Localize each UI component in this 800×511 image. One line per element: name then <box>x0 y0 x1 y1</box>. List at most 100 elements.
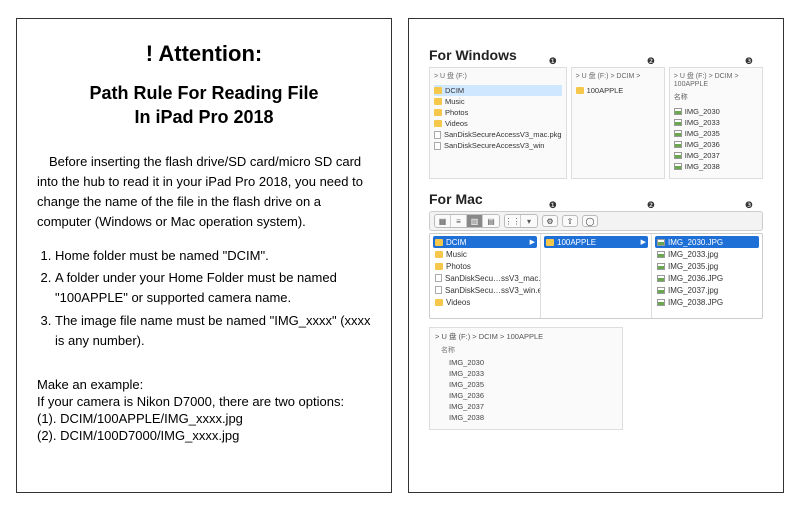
image-icon <box>657 275 665 282</box>
title-line-1: Path Rule For Reading File <box>89 83 318 103</box>
action-gear-button[interactable]: ⚙ <box>542 215 558 227</box>
step-number-3: ❸ <box>745 200 753 211</box>
breadcrumb: > U 盘 (F:) > DCIM > 100APPLE <box>674 71 758 88</box>
left-panel: ! Attention: Path Rule For Reading File … <box>16 18 392 493</box>
column-view-icon[interactable]: ▥ <box>467 215 483 227</box>
folder-icon <box>435 263 443 270</box>
folder-icon <box>435 239 443 246</box>
folder-item[interactable]: DCIM▶ <box>433 236 537 248</box>
image-item[interactable]: IMG_2036 <box>674 139 758 150</box>
image-item[interactable]: IMG_2035 <box>435 379 617 390</box>
finder-col-1: DCIM▶ Music Photos SanDiskSecu…ssV3_mac.… <box>430 234 541 318</box>
icon-view-icon[interactable]: ▦ <box>435 215 451 227</box>
tag-button[interactable]: ◯ <box>582 215 598 227</box>
step-number-2: ❷ <box>647 56 655 67</box>
list-view-icon[interactable]: ≡ <box>451 215 467 227</box>
breadcrumb: > U 盘 (F:) <box>434 71 562 81</box>
example-head: Make an example: <box>37 377 371 392</box>
image-icon <box>674 130 682 137</box>
windows-explorer-bottom: > U 盘 (F:) > DCIM > 100APPLE 名称 IMG_2030… <box>429 327 623 430</box>
gear-icon: ⚙ <box>546 217 553 226</box>
image-item[interactable]: IMG_2033 <box>435 368 617 379</box>
share-button[interactable]: ⇧ <box>562 215 578 227</box>
file-item[interactable]: SanDiskSecureAccessV3_mac.pkg <box>434 129 562 140</box>
image-item[interactable]: IMG_2036.JPG <box>655 272 759 284</box>
image-icon <box>674 119 682 126</box>
image-icon <box>674 152 682 159</box>
chevron-right-icon: ▶ <box>530 238 535 246</box>
step-number-3: ❸ <box>745 56 753 67</box>
image-icon <box>674 108 682 115</box>
folder-item[interactable]: Photos <box>434 107 562 118</box>
folder-item[interactable]: Music <box>433 248 537 260</box>
breadcrumb: > U 盘 (F:) > DCIM > <box>576 71 660 81</box>
column-header: 名称 <box>674 92 758 102</box>
folder-icon <box>435 251 443 258</box>
image-item[interactable]: IMG_2033.jpg <box>655 248 759 260</box>
finder-columns: DCIM▶ Music Photos SanDiskSecu…ssV3_mac.… <box>429 233 763 319</box>
folder-icon <box>434 120 442 127</box>
example-option-2: (2). DCIM/100D7000/IMG_xxxx.jpg <box>37 428 371 443</box>
file-item[interactable]: SanDiskSecu…ssV3_win.exe <box>433 284 537 296</box>
page-title: Path Rule For Reading File In iPad Pro 2… <box>37 81 371 130</box>
chevron-right-icon: ▶ <box>641 238 646 246</box>
image-item[interactable]: IMG_2035 <box>674 128 758 139</box>
image-item[interactable]: IMG_2038 <box>435 412 617 423</box>
image-item[interactable]: IMG_2036 <box>435 390 617 401</box>
folder-icon <box>434 98 442 105</box>
tag-icon: ◯ <box>586 217 595 226</box>
windows-col-2: > U 盘 (F:) > DCIM > 100APPLE <box>571 67 665 179</box>
view-mode-segment[interactable]: ▦ ≡ ▥ ▤ <box>434 214 500 228</box>
rules-list: Home folder must be named "DCIM". A fold… <box>37 246 371 351</box>
intro-paragraph: Before inserting the flash drive/SD card… <box>37 152 371 233</box>
example-option-1: (1). DCIM/100APPLE/IMG_xxxx.jpg <box>37 411 371 426</box>
windows-col-3: > U 盘 (F:) > DCIM > 100APPLE 名称 IMG_2030… <box>669 67 763 179</box>
arrange-icon[interactable]: ⋮⋮ <box>505 215 521 227</box>
gallery-view-icon[interactable]: ▤ <box>483 215 499 227</box>
step-number-2: ❷ <box>647 200 655 211</box>
finder-col-3: IMG_2030.JPG IMG_2033.jpg IMG_2035.jpg I… <box>652 234 762 318</box>
file-item[interactable]: SanDiskSecu…ssV3_mac.pkg <box>433 272 537 284</box>
folder-item[interactable]: Music <box>434 96 562 107</box>
file-icon <box>435 274 442 282</box>
step-number-1: ❶ <box>549 200 557 211</box>
image-item[interactable]: IMG_2030 <box>435 357 617 368</box>
title-line-2: In iPad Pro 2018 <box>134 107 273 127</box>
arrange-segment[interactable]: ⋮⋮ ▾ <box>504 214 538 228</box>
image-item[interactable]: IMG_2030.JPG <box>655 236 759 248</box>
windows-col-1: > U 盘 (F:) DCIM Music Photos Videos SanD… <box>429 67 567 179</box>
rule-item: Home folder must be named "DCIM". <box>55 246 371 266</box>
image-icon <box>657 263 665 270</box>
folder-icon <box>576 87 584 94</box>
folder-item[interactable]: Videos <box>434 118 562 129</box>
folder-icon <box>434 109 442 116</box>
folder-item[interactable]: 100APPLE▶ <box>544 236 648 248</box>
folder-item[interactable]: Photos <box>433 260 537 272</box>
image-icon <box>657 251 665 258</box>
folder-item[interactable]: Videos <box>433 296 537 308</box>
chevron-down-icon[interactable]: ▾ <box>521 215 537 227</box>
folder-item[interactable]: DCIM <box>434 85 562 96</box>
file-item[interactable]: SanDiskSecureAccessV3_win <box>434 140 562 151</box>
step-number-1: ❶ <box>549 56 557 67</box>
folder-icon <box>434 87 442 94</box>
mac-section-label: For Mac <box>429 191 483 207</box>
attention-heading: ! Attention: <box>37 41 371 67</box>
image-item[interactable]: IMG_2038.JPG <box>655 296 759 308</box>
rule-item: The image file name must be named "IMG_x… <box>55 311 371 351</box>
folder-item[interactable]: 100APPLE <box>576 85 660 96</box>
folder-icon <box>546 239 554 246</box>
image-item[interactable]: IMG_2035.jpg <box>655 260 759 272</box>
image-item[interactable]: IMG_2033 <box>674 117 758 128</box>
image-icon <box>657 239 665 246</box>
image-icon <box>674 163 682 170</box>
share-icon: ⇧ <box>567 217 574 226</box>
image-item[interactable]: IMG_2037.jpg <box>655 284 759 296</box>
windows-explorer-row: > U 盘 (F:) DCIM Music Photos Videos SanD… <box>429 67 763 179</box>
image-icon <box>674 141 682 148</box>
image-item[interactable]: IMG_2038 <box>674 161 758 172</box>
image-item[interactable]: IMG_2037 <box>435 401 617 412</box>
image-item[interactable]: IMG_2030 <box>674 106 758 117</box>
image-item[interactable]: IMG_2037 <box>674 150 758 161</box>
breadcrumb: > U 盘 (F:) > DCIM > 100APPLE <box>435 331 617 342</box>
